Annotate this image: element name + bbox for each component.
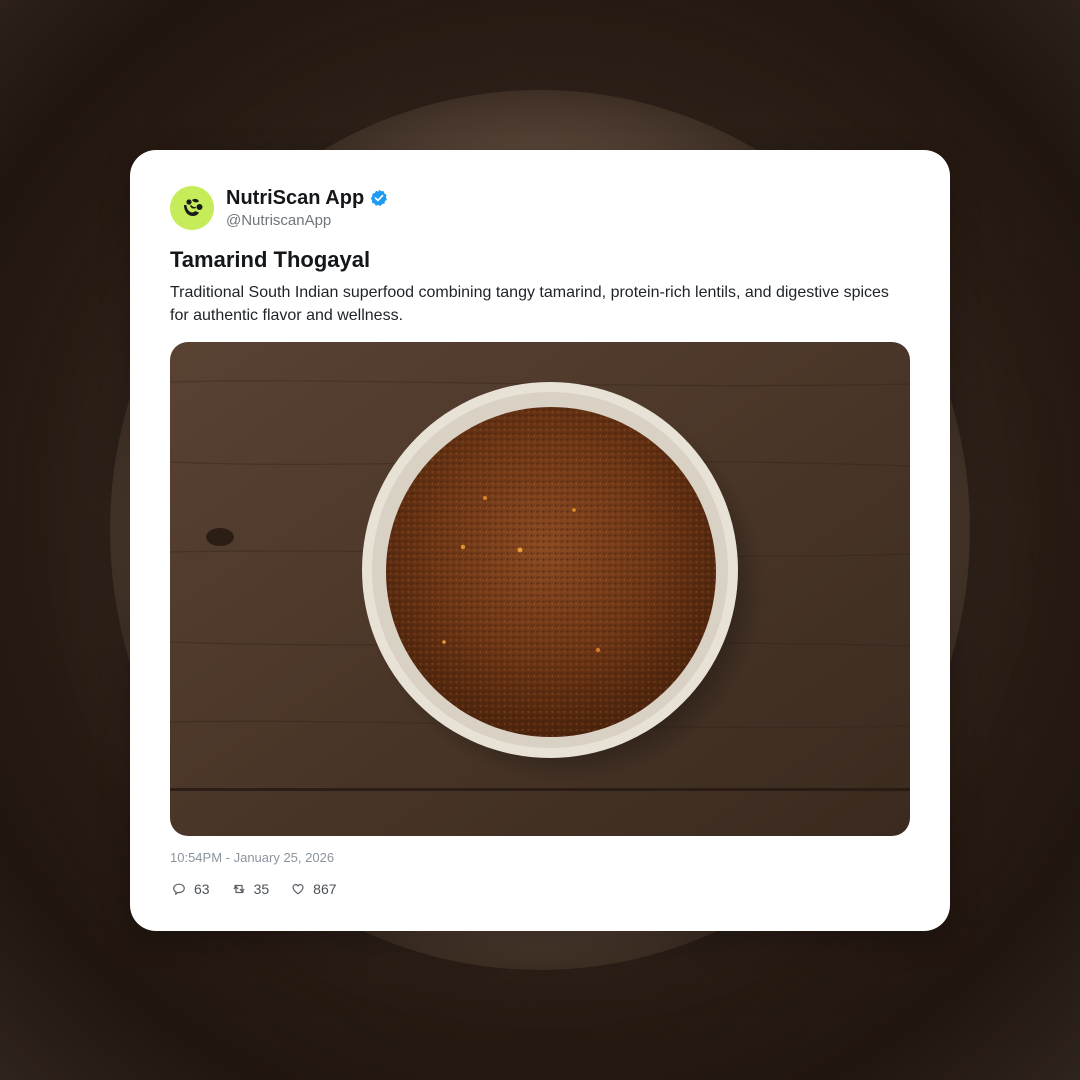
author-display-name[interactable]: NutriScan App — [226, 186, 364, 210]
author-info: NutriScan App @NutriscanApp — [226, 186, 388, 231]
nutriscan-logo-icon — [184, 198, 203, 216]
post-title: Tamarind Thogayal — [170, 247, 371, 272]
like-button[interactable]: 867 — [291, 880, 337, 898]
post-header: NutriScan App @NutriscanApp — [170, 185, 388, 231]
verified-badge-icon — [370, 189, 388, 206]
author-handle[interactable]: @NutriscanApp — [226, 211, 388, 231]
author-name-row: NutriScan App — [226, 186, 388, 210]
like-count: 867 — [313, 881, 337, 897]
post-card: NutriScan App @NutriscanApp Tamarind Tho… — [130, 150, 950, 931]
reply-count: 63 — [194, 881, 210, 897]
heart-icon — [292, 884, 304, 895]
retweet-count: 35 — [253, 881, 270, 897]
retweet-icon — [233, 884, 245, 894]
post-timestamp: 10:54PM - January 25, 2026 — [170, 850, 335, 865]
post-image[interactable] — [170, 342, 910, 836]
reply-button[interactable]: 63 — [172, 880, 210, 898]
post-description: Traditional South Indian superfood combi… — [170, 284, 889, 324]
spice-bowl-photo — [170, 342, 910, 836]
engagement-bar: 63 35 867 — [172, 880, 359, 898]
retweet-button[interactable]: 35 — [232, 880, 270, 898]
avatar[interactable] — [170, 186, 214, 230]
reply-icon — [173, 883, 185, 895]
